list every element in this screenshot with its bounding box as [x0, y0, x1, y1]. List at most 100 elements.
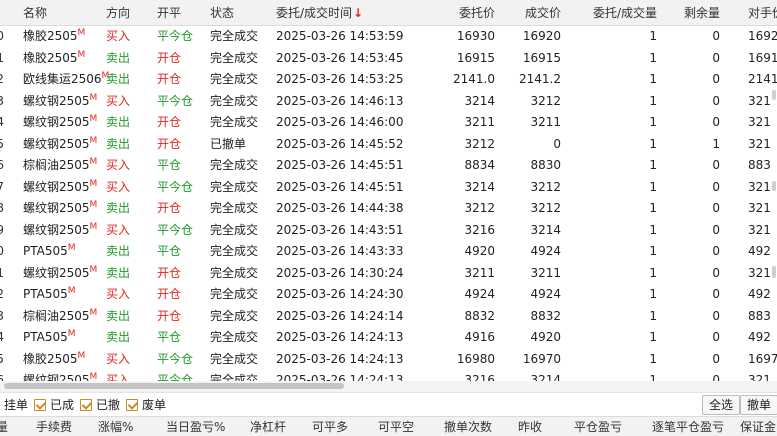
direction: 买入: [106, 287, 131, 301]
contract-name-text: 螺纹钢2505: [23, 179, 90, 194]
positions-table-header: 量 手续费 涨幅% 当日盈亏% 净杠杆 可平多 可平空 撤单次数 昨收 平仓盈亏 逐笔平仓盈亏 保证金: [0, 416, 777, 436]
main-contract-marker: M: [89, 178, 98, 189]
table-row[interactable]: 4 螺纹钢2505M 卖出 开仓 完全成交 2025-03-26 14:46:00 3211…: [0, 112, 777, 134]
direction: 买入: [106, 179, 131, 194]
order-qty: 1: [649, 287, 657, 301]
header-opponent-price[interactable]: 对手价: [748, 0, 777, 26]
main-contract-marker: M: [89, 307, 98, 318]
filter-cancelled-checkbox[interactable]: [80, 399, 92, 411]
horizontal-scrollbar[interactable]: [0, 381, 777, 392]
order-status: 完全成交: [210, 179, 259, 194]
fill-price: 16970: [522, 351, 561, 366]
order-qty: 1: [649, 158, 657, 172]
filter-rejected-label[interactable]: 废单: [142, 393, 166, 417]
fill-price: 4924: [530, 244, 561, 258]
positions-header-cell[interactable]: 当日盈亏%: [166, 417, 225, 436]
row-index: 5: [0, 136, 4, 151]
select-all-button[interactable]: 全选: [702, 395, 741, 415]
open-close: 平今仓: [157, 222, 194, 237]
positions-header-cell[interactable]: 撤单次数: [444, 417, 492, 436]
positions-header-cell[interactable]: 可平空: [378, 417, 414, 436]
header-status[interactable]: 状态: [210, 0, 234, 26]
contract-name: 螺纹钢2505M: [23, 263, 97, 285]
table-row[interactable]: 0 橡胶2505M 买入 平今仓 完全成交 2025-03-26 14:53:59 1693…: [0, 26, 777, 48]
table-row[interactable]: 5 橡胶2505M 买入 平今仓 完全成交 2025-03-26 14:24:13 1698…: [0, 349, 777, 371]
main-contract-marker: M: [77, 350, 86, 361]
table-row[interactable]: 8 螺纹钢2505M 卖出 开仓 完全成交 2025-03-26 14:44:38 3212…: [0, 198, 777, 220]
remaining-qty: 0: [712, 244, 720, 258]
contract-name: 橡胶2505M: [23, 349, 85, 371]
header-fill-price[interactable]: 成交价: [525, 0, 561, 26]
positions-header-cell[interactable]: 手续费: [36, 417, 72, 436]
fill-price: 2141.2: [519, 72, 561, 86]
main-contract-marker: M: [89, 200, 98, 210]
table-row[interactable]: 1 螺纹钢2505M 卖出 开仓 完全成交 2025-03-26 14:30:24 3211…: [0, 263, 777, 285]
positions-header-cell[interactable]: 量: [0, 417, 8, 436]
positions-header-cell[interactable]: 平仓盈亏: [574, 417, 622, 436]
filter-pending-label[interactable]: 挂单: [4, 393, 28, 417]
table-row[interactable]: 3 棕榈油2505M 卖出 开仓 完全成交 2025-03-26 14:24:14 8832…: [0, 306, 777, 328]
remaining-qty: 0: [712, 158, 720, 172]
order-qty: 1: [649, 93, 657, 108]
row-index: 2: [0, 287, 4, 301]
cancel-order-button[interactable]: 撤单: [740, 395, 777, 415]
contract-name: 螺纹钢2505M: [23, 177, 97, 199]
order-qty: 1: [649, 72, 657, 86]
direction: 卖出: [106, 308, 131, 323]
table-row[interactable]: 2 PTA505M 买入 开仓 完全成交 2025-03-26 14:24:30 4924 4…: [0, 284, 777, 306]
vertical-scrollbar[interactable]: [769, 26, 777, 381]
header-index: [0, 0, 4, 26]
contract-name: 棕榈油2505M: [23, 306, 97, 328]
contract-name-text: PTA505: [23, 244, 68, 258]
header-time-label: 委托/成交时间: [276, 6, 353, 20]
positions-header-cell[interactable]: 保证金: [740, 417, 776, 436]
positions-header-cell[interactable]: 可平多: [312, 417, 348, 436]
direction: 卖出: [106, 72, 131, 86]
header-direction[interactable]: 方向: [106, 0, 130, 26]
order-price: 3211: [464, 115, 495, 129]
remaining-qty: 1: [712, 136, 720, 151]
row-index: 8: [0, 201, 4, 215]
header-remaining[interactable]: 剩余量: [684, 0, 720, 26]
order-qty: 1: [649, 244, 657, 258]
table-row[interactable]: 4 PTA505M 卖出 平仓 完全成交 2025-03-26 14:24:13 4916 4…: [0, 327, 777, 349]
table-row[interactable]: 6 棕榈油2505M 买入 平仓 完全成交 2025-03-26 14:45:51 8834…: [0, 155, 777, 177]
table-row[interactable]: 5 螺纹钢2505M 卖出 开仓 已撤单 2025-03-26 14:45:52 3212 0…: [0, 134, 777, 156]
order-time: 2025-03-26 14:24:14: [276, 308, 404, 323]
positions-header-cell[interactable]: 逐笔平仓盈亏: [652, 417, 724, 436]
table-row[interactable]: 7 螺纹钢2505M 买入 平今仓 完全成交 2025-03-26 14:45:51 321…: [0, 177, 777, 199]
order-qty: 1: [649, 179, 657, 194]
header-name[interactable]: 名称: [23, 0, 47, 26]
filter-filled-checkbox[interactable]: [34, 399, 46, 411]
remaining-qty: 0: [712, 201, 720, 215]
header-open-close[interactable]: 开平: [157, 0, 181, 26]
filter-filled-label[interactable]: 已成: [50, 393, 74, 417]
order-status: 完全成交: [210, 201, 259, 215]
filter-cancelled-label[interactable]: 已撤: [96, 393, 120, 417]
positions-header-cell[interactable]: 涨幅%: [98, 417, 133, 436]
direction: 卖出: [106, 265, 131, 280]
opponent-price: 492: [748, 330, 771, 344]
table-row[interactable]: 3 螺纹钢2505M 买入 平今仓 完全成交 2025-03-26 14:46:13 321…: [0, 91, 777, 113]
order-time: 2025-03-26 14:24:30: [276, 287, 404, 301]
row-index: 6: [0, 158, 4, 172]
header-time[interactable]: 委托/成交时间↓: [276, 0, 363, 26]
fill-price: 3214: [530, 222, 561, 237]
positions-header-cell[interactable]: 昨收: [518, 417, 542, 436]
table-row[interactable]: 9 螺纹钢2505M 买入 平今仓 完全成交 2025-03-26 14:43:51 321…: [0, 220, 777, 242]
filter-rejected-checkbox[interactable]: [126, 399, 138, 411]
order-qty: 1: [649, 265, 657, 280]
header-order-price[interactable]: 委托价: [459, 0, 495, 26]
main-contract-marker: M: [89, 157, 98, 167]
opponent-price: 321: [748, 115, 771, 129]
order-price: 3211: [464, 265, 495, 280]
positions-header-cell[interactable]: 净杠杆: [250, 417, 286, 436]
main-contract-marker: M: [89, 135, 98, 146]
order-status: 完全成交: [210, 50, 259, 65]
open-close: 开仓: [157, 265, 182, 280]
table-row[interactable]: 1 橡胶2505M 卖出 开仓 完全成交 2025-03-26 14:53:45 16915…: [0, 48, 777, 70]
table-row[interactable]: 2 欧线集运2506M 卖出 开仓 完全成交 2025-03-26 14:53:25 214…: [0, 69, 777, 91]
horizontal-scroll-thumb[interactable]: [4, 383, 344, 389]
header-order-qty[interactable]: 委托/成交量: [593, 0, 657, 26]
table-row[interactable]: 0 PTA505M 卖出 平仓 完全成交 2025-03-26 14:43:33 4920 4…: [0, 241, 777, 263]
